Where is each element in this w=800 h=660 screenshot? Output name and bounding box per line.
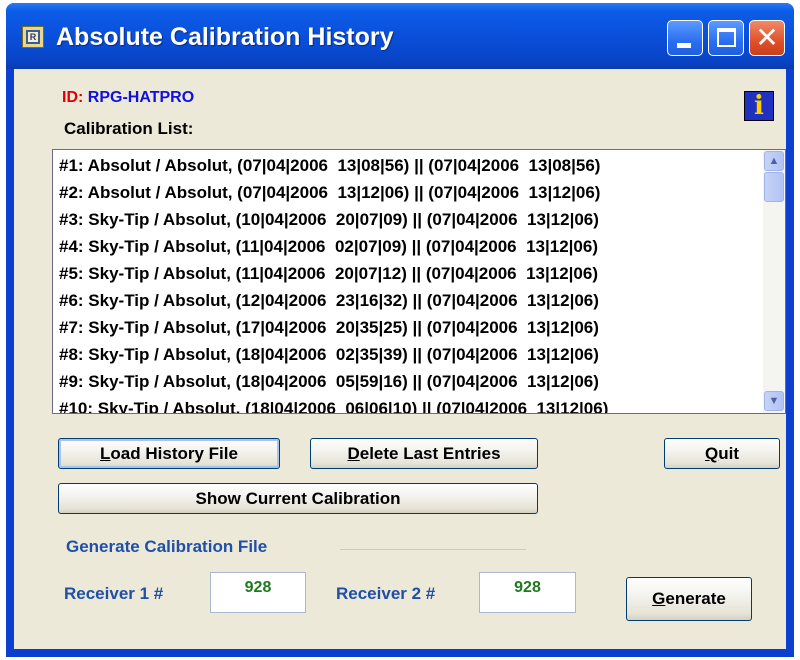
maximize-button[interactable] [708, 20, 744, 56]
calibration-history-window: R Absolute Calibration History ✕ ID: RPG… [6, 3, 794, 657]
load-history-file-button[interactable]: Load History File [58, 438, 280, 469]
generate-button[interactable]: Generate [626, 577, 752, 621]
generate-section-title: Generate Calibration File [66, 537, 268, 556]
dialog-body: ID: RPG-HATPRO Calibration List: i #1: A… [14, 69, 786, 649]
receiver1-field[interactable]: 928 [210, 572, 306, 613]
list-item[interactable]: #4: Sky-Tip / Absolut, (11|04|2006 02|07… [59, 233, 598, 260]
id-value: RPG-HATPRO [87, 89, 195, 106]
rpg-app-icon[interactable]: R [22, 26, 44, 48]
list-item[interactable]: #3: Sky-Tip / Absolut, (10|04|2006 20|07… [59, 206, 599, 233]
instrument-id: ID: RPG-HATPRO [62, 89, 194, 107]
title-bar[interactable]: R Absolute Calibration History ✕ [6, 3, 794, 69]
list-item[interactable]: #5: Sky-Tip / Absolut, (11|04|2006 20|07… [59, 260, 598, 287]
vertical-scrollbar[interactable]: ▲ ▼ [763, 150, 785, 413]
receiver2-label: Receiver 2 # [336, 584, 436, 603]
list-item[interactable]: #7: Sky-Tip / Absolut, (17|04|2006 20|35… [59, 314, 599, 341]
show-current-calibration-button[interactable]: Show Current Calibration [58, 483, 538, 514]
calibration-list-label: Calibration List: [64, 119, 194, 138]
list-item[interactable]: #2: Absolut / Absolut, (07|04|2006 13|12… [59, 179, 600, 206]
minimize-button[interactable] [667, 20, 703, 56]
scroll-up-button[interactable]: ▲ [764, 151, 784, 171]
chevron-up-icon: ▲ [768, 155, 780, 167]
scroll-thumb[interactable] [764, 172, 784, 202]
list-item[interactable]: #9: Sky-Tip / Absolut, (18|04|2006 05|59… [59, 368, 599, 395]
section-divider [340, 549, 526, 550]
list-item[interactable]: #6: Sky-Tip / Absolut, (12|04|2006 23|16… [59, 287, 599, 314]
receiver2-field[interactable]: 928 [479, 572, 576, 613]
list-item[interactable]: #8: Sky-Tip / Absolut, (18|04|2006 02|35… [59, 341, 599, 368]
minimize-icon [677, 43, 691, 48]
quit-button[interactable]: Quit [664, 438, 780, 469]
scroll-down-button[interactable]: ▼ [764, 391, 784, 411]
window-title: Absolute Calibration History [56, 23, 394, 51]
chevron-down-icon: ▼ [768, 395, 780, 407]
id-label: ID: [62, 89, 84, 106]
receiver1-label: Receiver 1 # [64, 584, 164, 603]
close-button[interactable]: ✕ [749, 20, 785, 56]
close-icon: ✕ [755, 21, 779, 54]
delete-last-entries-button[interactable]: Delete Last Entries [310, 438, 538, 469]
info-icon[interactable]: i [744, 91, 774, 121]
list-item[interactable]: #1: Absolut / Absolut, (07|04|2006 13|08… [59, 152, 600, 179]
maximize-icon [717, 28, 736, 47]
calibration-listbox[interactable]: #1: Absolut / Absolut, (07|04|2006 13|08… [52, 149, 786, 414]
list-item[interactable]: #10: Sky-Tip / Absolut, (18|04|2006 06|0… [59, 395, 608, 413]
